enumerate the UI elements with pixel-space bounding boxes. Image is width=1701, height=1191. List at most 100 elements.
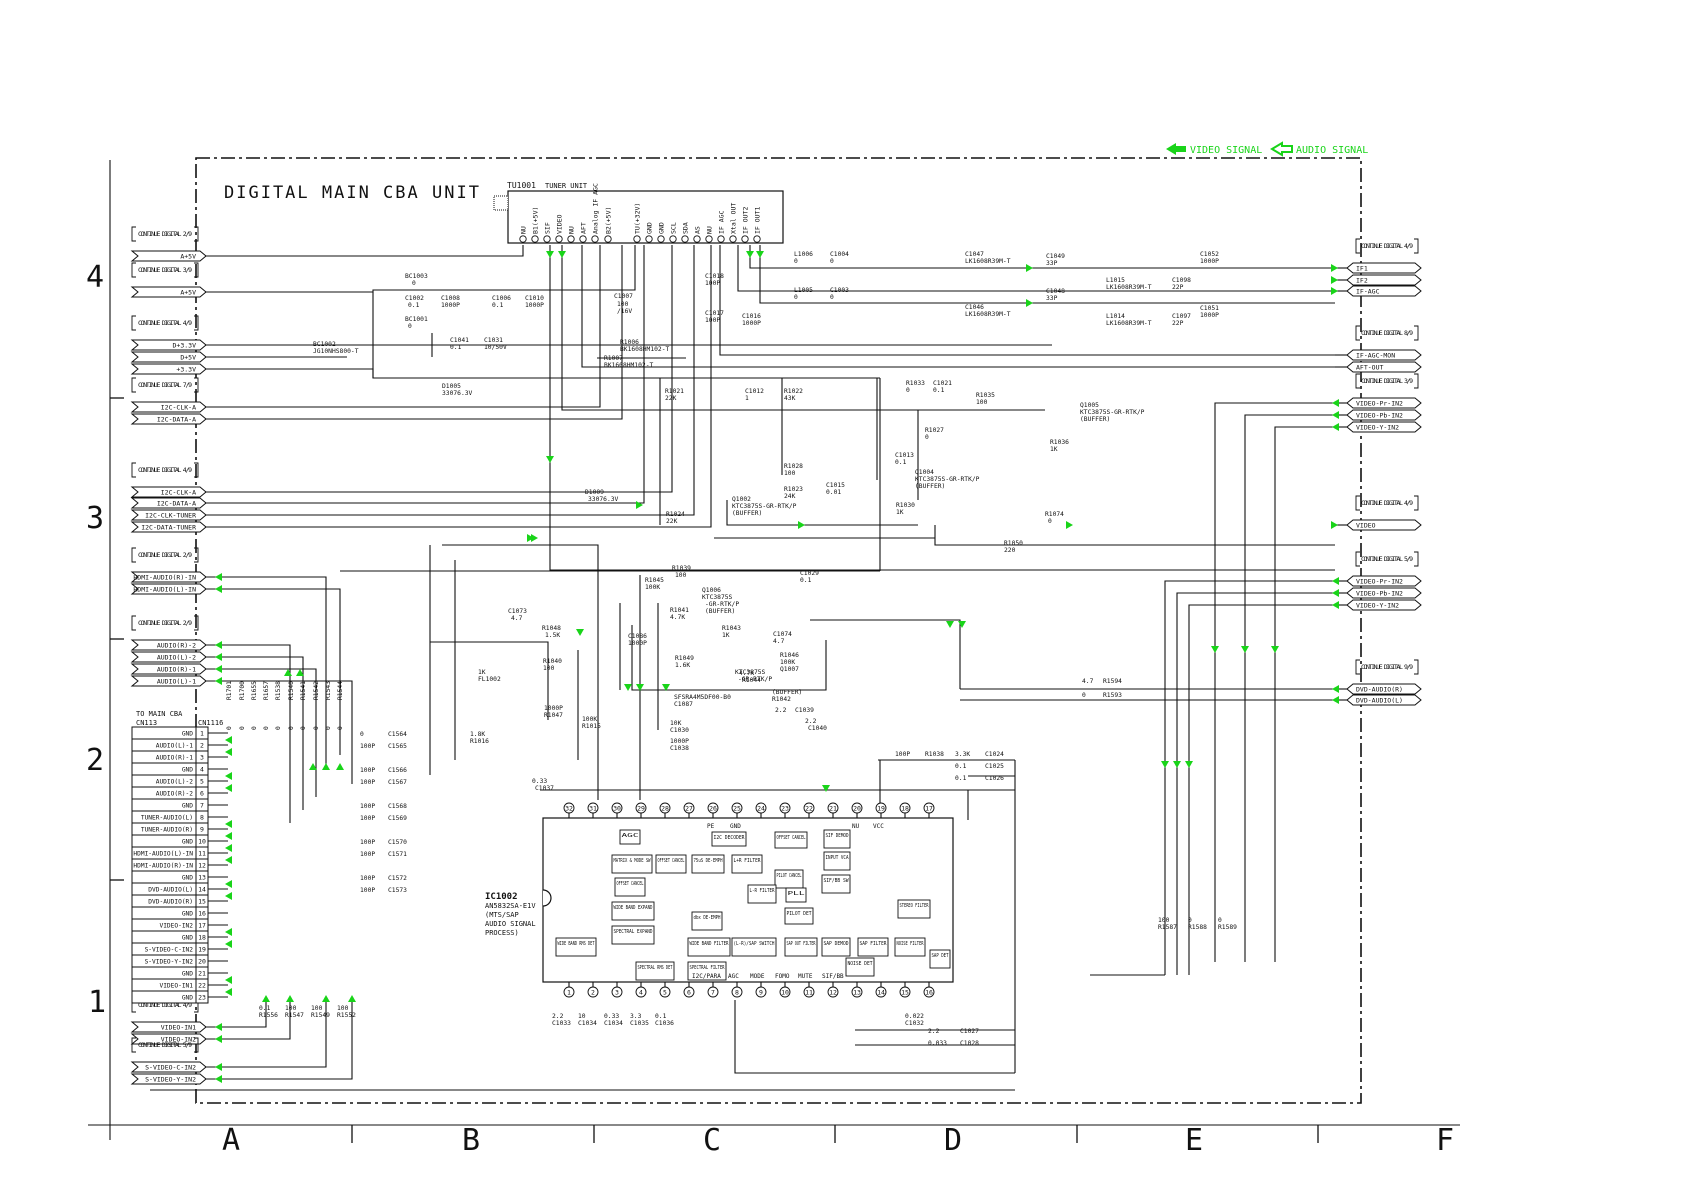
component-label: 0 [337,726,344,730]
io-pin-number: 2 [200,742,204,750]
component-label: Q1004 [915,469,934,476]
tuner-pin [741,235,749,243]
connector-signal-label: IF1 [1356,265,1368,273]
io-pin-label: VIDEO-IN1 [159,983,193,990]
continue-bracket [1414,373,1419,389]
ic-block-label: WIDE BAND RMS DET [558,941,595,947]
continue-label: CONTINUE DIGITAL 4/9 [1361,499,1413,507]
component-label: C1017 [705,310,724,317]
continue-bracket [131,462,136,478]
signal-arrow-icon [348,995,356,1002]
component-label: 0.1 [895,459,907,466]
signal-arrow-icon [215,641,222,649]
signal-arrow-icon [946,621,954,628]
io-connector-ref: CN113 [136,719,157,727]
component-label: C1570 [388,839,407,846]
ic-top-pin-number: 17 [925,805,933,813]
component-label: R1588 [1188,924,1207,931]
continue-bracket [1355,238,1360,254]
component-label: C1002 [405,295,424,302]
component-label: R1045 [645,577,664,584]
signal-arrow-icon [1241,646,1249,653]
component-label: C1036 [655,1020,674,1027]
component-label: 0 [239,726,246,730]
continue-bracket [1355,551,1360,567]
connector-signal-label: +3.3V [176,366,196,374]
connector-signal-label: IF-AGC-MON [1356,352,1395,360]
component-label: C1573 [388,887,407,894]
component-label: 0.33 [532,778,547,785]
component-label: R1048 [542,625,561,632]
component-label: (BUFFER) [732,510,762,517]
io-pin-label: GND [182,935,193,942]
component-label: 1 [745,395,749,402]
io-pin-label: DVD-AUDIO(L) [148,887,193,894]
io-pin-number: 3 [200,754,204,762]
ic-bottom-pin-number: 12 [829,989,837,997]
io-pin-number: 5 [200,778,204,786]
component-label: 0 [263,726,270,730]
ic-block-label: SPECTRAL FILTER [690,965,725,971]
ic-block-label: PILOT CANCEL [777,873,802,879]
component-label: 22P [1172,320,1184,327]
io-pin-label: TUNER-AUDIO(R) [141,827,193,834]
connector-signal-label: HDMI-AUDIO(L)-IN [133,586,196,594]
component-label: R1556 [259,1012,278,1019]
signal-legend: VIDEO SIGNAL AUDIO SIGNAL [1166,141,1368,157]
tuner-pin-label: SDA [682,222,690,234]
component-label: 0 [288,726,295,730]
component-label: R1006 [620,339,639,346]
continue-bracket [131,315,136,331]
connector-signal-label: HDMI-AUDIO(R)-IN [133,574,196,582]
signal-arrow-icon [225,988,232,996]
tuner-pin [531,235,539,243]
continue-label: CONTINUE DIGITAL 3/9 [138,266,192,274]
io-pin-label: S-VIDEO-Y-IN2 [145,959,194,966]
ic-block-label: PILOT DET [787,911,813,917]
io-pin-label: AUDIO(R)-1 [156,755,194,762]
legend-video-label: VIDEO SIGNAL [1190,145,1262,156]
ic-top-pin-number: 27 [685,805,693,813]
component-label: 3.3K [955,751,970,758]
component-label: 100P [360,803,375,810]
ic-function-1: (MTS/SAP [485,911,519,919]
component-label: 100 [285,1005,297,1012]
ic-label-pe: PE [707,823,715,830]
component-label: 1000P [1200,258,1219,265]
component-label: BK1608HM102-T [620,346,669,353]
signal-arrow-icon [262,995,270,1002]
signal-arrow-icon [1173,761,1181,768]
component-label: 0.33 [604,1013,619,1020]
component-label: BC1003 [405,273,428,280]
ic-block-label: NOISE FILTER [897,941,924,947]
signal-arrow-icon [225,892,232,900]
component-label: R1028 [784,463,803,470]
ic-bottom-pin-number: 10 [781,989,789,997]
component-label: /16V [617,308,632,315]
connector-signal-label: AFT-OUT [1356,364,1383,372]
component-label: L1015 [1106,277,1125,284]
signal-arrow-icon [1331,264,1338,272]
audio-signal-arrow-icon [1270,141,1293,157]
component-label: R1021 [665,388,684,395]
component-label: 22K [665,395,677,402]
signal-arrow-icon [225,820,232,828]
continue-label: CONTINUE DIGITAL 2/9 [138,230,192,238]
component-label: 100 [675,572,687,579]
tuner-pin-label: AS [694,226,702,234]
io-pin-label: GND [182,803,193,810]
ic-function-3: PROCESS) [485,929,519,937]
unit-title: DIGITAL MAIN CBA UNIT [224,183,481,203]
connector-signal-label: VIDEO-Pb-IN2 [1356,412,1403,420]
component-label: LK1608R39M-T [965,311,1011,318]
ic-top-pin-number: 30 [613,805,621,813]
ic-block-label: WIDE BAND FILTER [690,941,729,947]
col-label-d: D [944,1123,962,1158]
signal-arrow-icon [225,856,232,864]
tuner-pin-label: SCL [670,222,678,234]
continue-bracket [1355,495,1360,511]
connector-signal-label: VIDEO-Pb-IN2 [1356,590,1403,598]
ic-bottom-pin-number: 9 [759,989,763,997]
continue-bracket [1414,238,1419,254]
component-label: L1014 [1106,313,1125,320]
